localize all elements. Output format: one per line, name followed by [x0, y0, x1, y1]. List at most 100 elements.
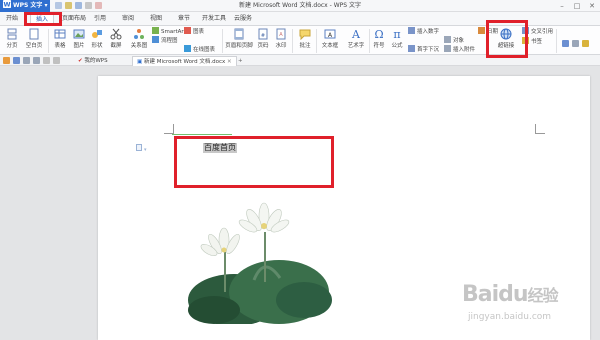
- page-break-label: 分页: [6, 43, 18, 49]
- tab-section[interactable]: 章节: [176, 14, 192, 24]
- omega-icon: Ω: [374, 28, 383, 40]
- tab-developer[interactable]: 开发工具: [200, 14, 228, 24]
- calendar-icon: [478, 27, 485, 34]
- lotus-picture[interactable]: [184, 200, 334, 324]
- header-footer-icon: [234, 28, 244, 40]
- grid-icon[interactable]: [562, 40, 569, 47]
- blank-page-label: 空白页: [25, 43, 43, 49]
- page-number-button[interactable]: # 页码: [254, 28, 272, 49]
- first-drop-cap-label: 首字下沉: [417, 47, 440, 53]
- first-drop-cap-button[interactable]: 首字下沉: [408, 45, 439, 55]
- online-chart-label: 在线图表: [193, 47, 216, 53]
- baidu-watermark: Baidu经验: [462, 282, 559, 307]
- watermark-brand: Baidu: [462, 282, 529, 307]
- blank-page-button[interactable]: 空白页: [22, 28, 46, 49]
- flowchart-icon: [152, 36, 159, 43]
- ribbon-separator: [556, 29, 557, 53]
- redo-icon[interactable]: [53, 57, 60, 64]
- wps-check-icon: ✔: [78, 58, 83, 64]
- margin-corner-left: [164, 124, 174, 134]
- bookmark-label: 书签: [531, 39, 543, 45]
- watermark-label: 水印: [275, 43, 287, 49]
- lock-icon[interactable]: [582, 40, 589, 47]
- chart-button[interactable]: 图表: [184, 27, 204, 37]
- page-number-icon: #: [258, 28, 268, 40]
- drop-cap-icon: [408, 45, 415, 52]
- folder-icon[interactable]: [3, 57, 10, 64]
- shapes-label: 形状: [91, 43, 103, 49]
- wordart-icon: A: [351, 28, 361, 40]
- blank-page-icon: [29, 28, 39, 40]
- paragraph-dropdown-icon[interactable]: ▾: [144, 147, 147, 153]
- svg-text:Ω: Ω: [374, 28, 383, 40]
- attachment-button[interactable]: 插入附件: [444, 45, 475, 55]
- picture-icon: [73, 29, 85, 39]
- doctab-my-wps[interactable]: ✔ 我的WPS: [74, 56, 112, 66]
- cursor-guide-line: [172, 134, 232, 135]
- insert-number-label: 插入数字: [417, 29, 440, 35]
- flowchart-button[interactable]: 流程图: [152, 36, 178, 46]
- shapes-button[interactable]: 形状: [88, 28, 106, 49]
- object-icon: [444, 36, 451, 43]
- header-footer-button[interactable]: 页眉和页脚: [224, 28, 254, 49]
- picture-label: 图片: [73, 43, 85, 49]
- paragraph-layout-icon[interactable]: [136, 144, 142, 151]
- ribbon-separator: [48, 29, 49, 53]
- maximize-button[interactable]: □: [570, 0, 584, 12]
- comment-button[interactable]: 批注: [296, 28, 314, 49]
- page-break-button[interactable]: 分页: [2, 28, 22, 49]
- tab-page-layout[interactable]: 页面布局: [60, 14, 88, 24]
- doctab-my-wps-label: 我的WPS: [84, 58, 108, 64]
- window-title: 新建 Microsoft Word 文档.docx - WPS 文字: [239, 2, 361, 9]
- tab-view[interactable]: 视图: [148, 14, 164, 24]
- paperclip-icon: [444, 45, 451, 52]
- annotation-box-text: [174, 136, 334, 188]
- undo-icon[interactable]: [43, 57, 50, 64]
- print-icon[interactable]: [23, 57, 30, 64]
- close-button[interactable]: ✕: [585, 0, 599, 12]
- close-tab-icon[interactable]: ✕: [227, 59, 232, 65]
- relation-chart-label: 关系图: [130, 43, 148, 49]
- tab-review[interactable]: 审阅: [120, 14, 136, 24]
- annotation-box-insert-tab: [24, 12, 62, 26]
- smartart-icon: [152, 27, 159, 34]
- table-button[interactable]: 表格: [50, 28, 70, 49]
- comment-icon: [299, 29, 311, 40]
- flowchart-label: 流程图: [161, 38, 178, 44]
- minimize-button[interactable]: –: [555, 0, 569, 12]
- watermark-url: jingyan.baidu.com: [468, 312, 552, 322]
- new-tab-button[interactable]: +: [234, 56, 247, 66]
- header-footer-label: 页眉和页脚: [225, 43, 253, 49]
- wordart-label: 艺术字: [347, 43, 365, 49]
- symbol-label: 符号: [373, 43, 385, 49]
- table-icon: [54, 29, 66, 39]
- doctab-current-document[interactable]: ▣ 新建 Microsoft Word 文档.docx ✕: [132, 56, 237, 66]
- watermark-button[interactable]: A 水印: [272, 28, 290, 49]
- picture-button[interactable]: 图片: [70, 28, 88, 49]
- word-doc-icon: ▣: [137, 59, 143, 65]
- wordart-button[interactable]: A 艺术字: [344, 28, 368, 49]
- online-chart-button[interactable]: 在线图表: [184, 45, 215, 55]
- save-icon[interactable]: [13, 57, 20, 64]
- text-box-icon: A: [324, 29, 336, 39]
- relation-chart-button[interactable]: 关系图: [126, 28, 152, 49]
- annotation-box-hyperlink: [486, 20, 528, 58]
- tab-home[interactable]: 开始: [4, 14, 20, 24]
- tab-cloud[interactable]: 云服务: [232, 14, 254, 24]
- screenshot-button[interactable]: 截屏: [106, 28, 126, 49]
- chart-label: 图表: [193, 29, 205, 35]
- watermark-icon: A: [276, 28, 286, 40]
- text-box-button[interactable]: A 文本框: [318, 28, 342, 49]
- online-chart-icon: [184, 45, 191, 52]
- insert-number-button[interactable]: 插入数字: [408, 27, 439, 37]
- scissors-icon: [110, 28, 122, 40]
- shapes-icon: [92, 30, 102, 38]
- preview-icon[interactable]: [33, 57, 40, 64]
- symbol-button[interactable]: Ω 符号: [370, 28, 388, 49]
- settings-icon[interactable]: [572, 40, 579, 47]
- tab-references[interactable]: 引用: [92, 14, 108, 24]
- margin-corner-right: [535, 124, 545, 134]
- svg-text:A: A: [279, 32, 283, 38]
- comment-label: 批注: [299, 43, 311, 49]
- formula-button[interactable]: π 公式: [388, 28, 406, 49]
